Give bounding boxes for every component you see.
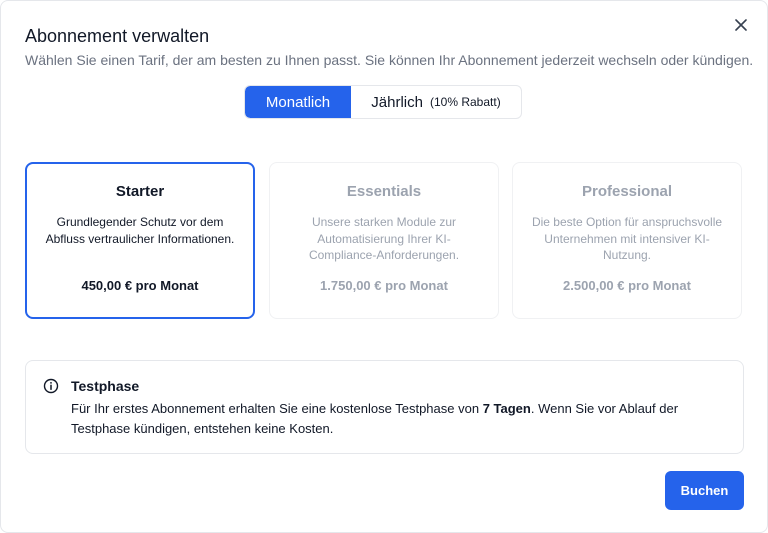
trial-info-box: Testphase Für Ihr erstes Abonnement erha… [25,360,744,454]
trial-duration: 7 Tagen [482,401,531,416]
close-icon[interactable] [731,15,751,35]
plan-price: 1.750,00 € pro Monat [320,278,448,293]
billing-yearly-option[interactable]: Jährlich (10% Rabatt) [351,86,521,118]
info-icon [43,378,59,394]
dialog-title: Abonnement verwalten [25,26,210,46]
plan-name: Professional [581,183,673,200]
plan-name: Essentials [346,183,422,200]
trial-text: Für Ihr erstes Abonnement erhalten Sie e… [71,399,727,439]
plan-description: Unsere starken Module zur Automatisierun… [308,215,460,262]
close-icon-glyph [735,19,747,31]
plan-price: 450,00 € pro Monat [81,278,199,293]
plan-price: 2.500,00 € pro Monat [563,278,691,293]
trial-text-before: Für Ihr erstes Abonnement erhalten Sie e… [71,401,483,416]
billing-period-toggle: Monatlich Jährlich (10% Rabatt) [244,85,522,119]
dialog-subtitle: Wählen Sie einen Tarif, der am besten zu… [25,52,754,68]
subscription-dialog: Abonnement verwalten Wählen Sie einen Ta… [0,0,768,533]
billing-monthly-label: Monatlich [265,93,331,111]
plan-card-starter[interactable]: Starter Grundlegender Schutz vor dem Abf… [25,162,255,319]
plan-card-essentials[interactable]: Essentials Unsere starken Module zur Aut… [269,162,499,319]
plan-name: Starter [115,183,165,200]
trial-title: Testphase [71,378,140,394]
billing-monthly-option[interactable]: Monatlich [245,86,351,118]
plan-description: Grundlegender Schutz vor dem Abfluss ver… [45,215,235,246]
plan-description: Die beste Option für anspruchsvolle Unte… [531,215,723,262]
buy-button[interactable]: Buchen [665,471,744,510]
billing-yearly-discount: (10% Rabatt) [429,95,501,109]
billing-yearly-label: Jährlich [371,93,423,111]
plan-card-professional[interactable]: Professional Die beste Option für anspru… [512,162,742,319]
